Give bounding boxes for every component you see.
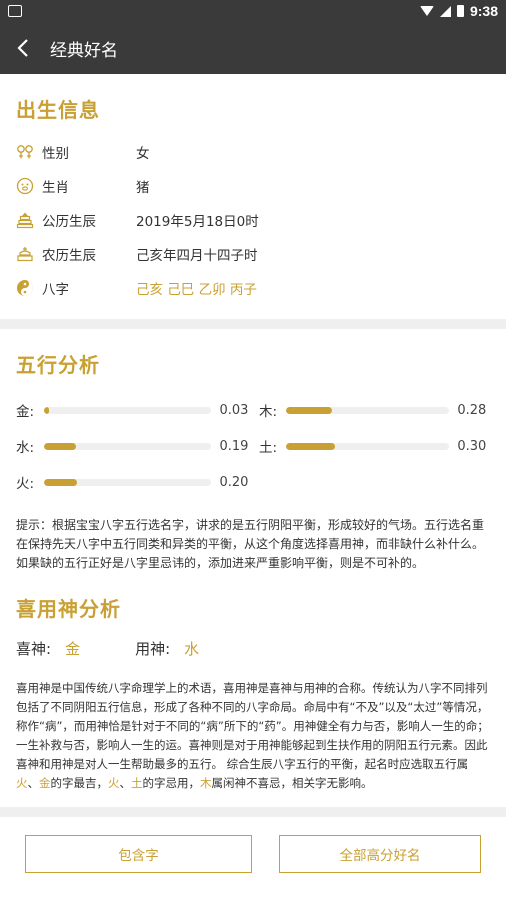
status-time: 9:38 [469,3,498,19]
desc-highlight: 木 [200,776,212,790]
info-row-zodiac: 生肖 猪 [16,169,490,203]
section-divider [0,319,506,329]
wuxing-item-wood: 木: 0.28 [253,392,490,428]
wifi-icon [419,6,434,16]
info-row-solar-birth: 公历生辰 2019年5月18日0时 [16,203,490,237]
info-label: 性别 [42,146,69,162]
info-label: 生肖 [42,180,69,196]
info-label: 八字 [42,282,69,298]
back-button[interactable] [16,38,36,58]
chevron-left-icon [17,39,28,57]
solar-calendar-icon [16,211,34,229]
wuxing-label: 木: [259,404,278,420]
desc-highlight: 火 [16,776,28,790]
desc-text: 的字忌用， [142,776,201,790]
wuxing-bar-fill [285,442,335,450]
yin-yang-icon [16,279,34,297]
info-label: 公历生辰 [42,214,96,230]
wuxing-item-water: 水: 0.19 [16,428,253,464]
wuxing-bar-track [43,478,212,486]
signal-icon [439,5,451,17]
wuxing-bar-track [285,406,450,414]
desc-highlight: 土 [131,776,143,790]
birth-info-section: 出生信息 性别 女 生肖 猪 公历生辰 2019年5月18日0时 农历生辰 己亥… [0,74,506,319]
wuxing-label: 火: [16,476,35,492]
wuxing-value: 0.28 [457,402,487,418]
info-row-bazi: 八字 己亥 己巳 乙卯 丙子 [16,271,490,305]
xiyong-values: 喜神: 金 用神: 水 [16,634,490,679]
wuxing-tip: 提示：根据宝宝八字五行选名字，讲求的是五行阴阳平衡，形成较好的气场。五行选名重在… [16,518,485,570]
notification-icon [8,5,22,17]
wuxing-bars: 金: 0.03 木: 0.28 水: 0.19 土: 0.30 火: 0.20 [16,390,490,500]
desc-text: 、 [119,776,132,790]
wuxing-value: 0.20 [219,474,249,490]
desc-text: 的字最吉， [50,776,109,790]
wuxing-label: 水: [16,440,35,456]
info-value: 己亥年四月十四子时 [136,248,258,264]
bazi-value: 己亥 己巳 乙卯 丙子 [136,282,257,298]
info-row-lunar-birth: 农历生辰 己亥年四月十四子时 [16,237,490,271]
wuxing-title: 五行分析 [16,353,100,377]
wuxing-value: 0.30 [457,438,487,454]
status-bar: 9:38 [0,0,506,22]
xi-value: 金 [65,640,81,658]
wuxing-label: 土: [259,440,278,456]
section-divider [0,807,506,817]
yong-label: 用神: [135,640,171,658]
wuxing-bar-fill [43,478,78,486]
gender-icon [16,143,34,161]
desc-text: 属闲神不喜忌，相关字无影响。 [211,776,373,790]
wuxing-item-earth: 土: 0.30 [253,428,490,464]
wuxing-bar-track [43,442,212,450]
birth-info-title: 出生信息 [16,98,100,122]
yong-value: 水 [184,640,200,658]
desc-text: 、 [27,776,40,790]
wuxing-value: 0.19 [219,438,249,454]
wuxing-bar-fill [43,406,49,414]
wuxing-bar-fill [43,442,76,450]
info-label: 农历生辰 [42,248,96,264]
xiyong-description: 喜用神是中国传统八字命理学上的术语，喜用神是喜神与用神的合称。传统认为八字不同排… [16,679,490,807]
contain-char-button[interactable]: 包含字 [25,835,252,873]
info-value: 2019年5月18日0时 [136,214,259,230]
lunar-calendar-icon [16,245,34,263]
desc-highlight: 火 [108,776,120,790]
wuxing-value: 0.03 [219,402,249,418]
wuxing-section: 五行分析 金: 0.03 木: 0.28 水: 0.19 土: 0.30 火: … [0,329,506,807]
info-value: 猪 [136,180,150,196]
wuxing-bar-fill [285,406,332,414]
xi-label: 喜神: [16,640,52,658]
wuxing-item-fire: 火: 0.20 [16,464,253,500]
all-top-names-button[interactable]: 全部高分好名 [279,835,481,873]
battery-icon [456,5,464,17]
page-title: 经典好名 [50,40,118,61]
app-header: 经典好名 [0,22,506,74]
zodiac-icon [16,177,34,195]
desc-text: 喜用神是中国传统八字命理学上的术语，喜用神是喜神与用神的合称。传统认为八字不同排… [16,681,489,771]
desc-highlight: 金 [39,776,51,790]
wuxing-item-metal: 金: 0.03 [16,392,253,428]
info-row-gender: 性别 女 [16,135,490,169]
xiyong-title: 喜用神分析 [16,597,121,621]
wuxing-label: 金: [16,404,35,420]
next-section-peek [0,880,506,900]
wuxing-bar-track [43,406,212,414]
wuxing-bar-track [285,442,450,450]
info-value: 女 [136,146,150,162]
